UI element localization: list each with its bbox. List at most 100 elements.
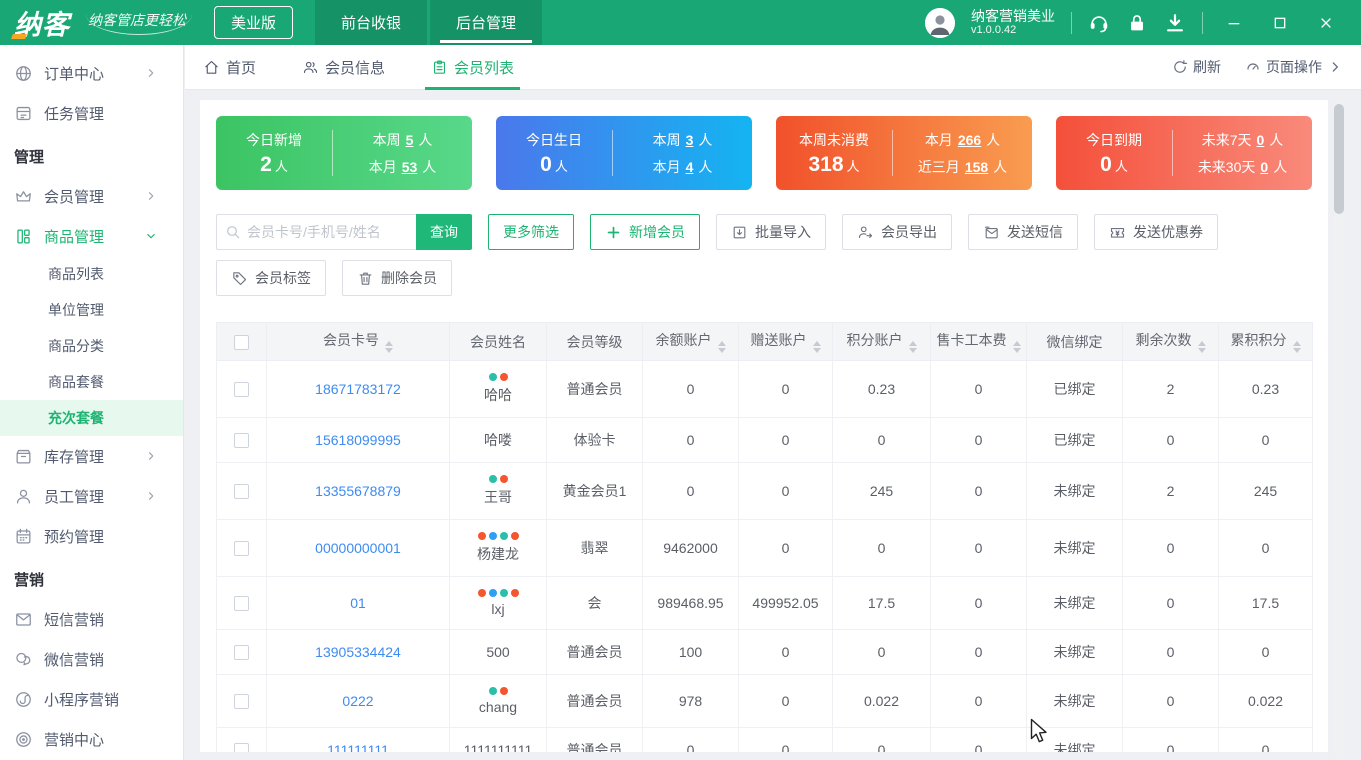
sidebar-item[interactable]: 会员管理 <box>0 176 183 216</box>
column-header[interactable]: 会员卡号 <box>266 322 450 361</box>
wechat-bind-status: 未绑定 <box>1026 576 1123 630</box>
row-checkbox[interactable] <box>234 433 249 449</box>
page-operations-button[interactable]: 页面操作 <box>1245 57 1343 77</box>
sidebar-subitem[interactable]: 商品列表 <box>0 256 183 292</box>
customer-service-icon[interactable] <box>1088 12 1110 34</box>
send-coupon-button[interactable]: 发送优惠券 <box>1094 214 1218 250</box>
sidebar-subitem[interactable]: 商品套餐 <box>0 364 183 400</box>
member-card-no[interactable]: 111111111 <box>266 727 450 752</box>
scrollbar-thumb[interactable] <box>1334 104 1344 214</box>
sidebar-item[interactable]: 商品管理 <box>0 216 183 256</box>
topnav-front-cashier[interactable]: 前台收银 <box>315 0 428 45</box>
topnav-back-manage[interactable]: 后台管理 <box>430 0 543 45</box>
wechat-bind-status: 未绑定 <box>1026 674 1123 728</box>
lock-icon[interactable] <box>1126 12 1148 34</box>
member-icon <box>302 59 319 76</box>
sidebar-subitem[interactable]: 商品分类 <box>0 328 183 364</box>
calendar-icon <box>14 527 33 546</box>
refresh-icon <box>1172 59 1188 75</box>
sidebar-item-label: 微信营销 <box>44 651 105 669</box>
close-button[interactable] <box>1311 12 1341 34</box>
tab-member-list[interactable]: 会员列表 <box>425 45 521 90</box>
tag-dot-blue <box>488 532 497 540</box>
column-header[interactable]: 售卡工本费 <box>930 322 1027 361</box>
member-export-button[interactable]: 会员导出 <box>842 214 952 250</box>
refresh-button[interactable]: 刷新 <box>1172 57 1221 77</box>
sidebar-item[interactable]: 营销中心 <box>0 719 183 759</box>
member-card-no[interactable]: 0222 <box>266 674 450 728</box>
tag-dot-teal <box>488 373 497 381</box>
table-row: 13905334424 500 普通会员 100 0 0 0 未绑定 0 0 <box>216 629 1313 675</box>
tab-home[interactable]: 首页 <box>203 45 256 90</box>
sort-control[interactable] <box>385 341 393 353</box>
user-info[interactable]: 纳客营销美业 v1.0.0.42 <box>971 8 1055 38</box>
select-all-checkbox[interactable] <box>234 334 249 350</box>
sidebar-subitem[interactable]: 充次套餐 <box>0 400 183 436</box>
row-checkbox[interactable] <box>234 645 249 661</box>
sort-control[interactable] <box>1292 341 1301 353</box>
query-button[interactable]: 查询 <box>416 214 472 250</box>
member-tag-button[interactable]: 会员标签 <box>216 260 326 296</box>
member-tag-dots <box>454 589 542 597</box>
card-divider <box>612 130 613 176</box>
tag-dot-teal <box>499 532 508 540</box>
column-header[interactable]: 积分账户 <box>832 322 931 361</box>
member-card-no[interactable]: 13355678879 <box>266 462 450 520</box>
sidebar-item[interactable]: 任务管理 <box>0 93 183 133</box>
sidebar-subitem[interactable]: 单位管理 <box>0 292 183 328</box>
member-tag-dots <box>454 687 542 695</box>
card-title: 本周未消费 <box>799 131 869 148</box>
sidebar-item-label: 会员管理 <box>44 188 105 206</box>
sort-control[interactable] <box>717 341 726 353</box>
avatar[interactable] <box>925 7 955 38</box>
export-icon <box>857 224 874 241</box>
sort-control[interactable] <box>812 341 821 353</box>
row-checkbox[interactable] <box>234 743 249 752</box>
column-header[interactable]: 余额账户 <box>642 322 739 361</box>
more-filter-button[interactable]: 更多筛选 <box>488 214 574 250</box>
vertical-scrollbar[interactable] <box>1334 100 1344 760</box>
download-icon[interactable] <box>1164 12 1186 34</box>
row-checkbox[interactable] <box>234 541 249 557</box>
total-points: 0 <box>1218 727 1313 752</box>
sort-control[interactable] <box>1012 341 1021 353</box>
tab-member-info[interactable]: 会员信息 <box>302 45 385 90</box>
sidebar-item[interactable]: 微信营销 <box>0 639 183 679</box>
sidebar-item[interactable]: 库存管理 <box>0 436 183 476</box>
edition-button[interactable]: 美业版 <box>214 6 294 39</box>
maximize-button[interactable] <box>1265 12 1295 34</box>
minimize-button[interactable] <box>1219 12 1249 34</box>
sidebar-item[interactable]: 短信营销 <box>0 599 183 639</box>
sidebar-item[interactable]: 订单中心 <box>0 53 183 93</box>
column-header[interactable]: 累积积分 <box>1218 322 1313 361</box>
member-card-no[interactable]: 01 <box>266 576 450 630</box>
row-checkbox[interactable] <box>234 596 249 612</box>
row-checkbox[interactable] <box>234 484 249 500</box>
add-member-button[interactable]: 新增会员 <box>590 214 700 250</box>
tag-dot-red <box>477 532 486 540</box>
app-logo: 纳客 <box>11 3 76 42</box>
column-header[interactable]: 赠送账户 <box>738 322 833 361</box>
card-main: 今日生日 0人 <box>506 130 602 177</box>
member-card-no[interactable]: 13905334424 <box>266 629 450 675</box>
wechat-bind-status: 未绑定 <box>1026 462 1123 520</box>
row-checkbox[interactable] <box>234 694 249 710</box>
batch-import-button[interactable]: 批量导入 <box>716 214 826 250</box>
sidebar-item[interactable]: 员工管理 <box>0 476 183 516</box>
goods-icon <box>14 227 33 246</box>
row-checkbox[interactable] <box>234 382 249 398</box>
sort-control[interactable] <box>908 341 917 353</box>
member-card-no[interactable]: 00000000001 <box>266 519 450 577</box>
sidebar-item[interactable]: 预约管理 <box>0 516 183 556</box>
member-card-no[interactable]: 18671783172 <box>266 360 450 418</box>
row-select-cell <box>216 360 267 418</box>
column-header[interactable]: 剩余次数 <box>1122 322 1219 361</box>
row-select-cell <box>216 727 267 752</box>
send-sms-button[interactable]: 发送短信 <box>968 214 1078 250</box>
delete-member-button[interactable]: 删除会员 <box>342 260 452 296</box>
sidebar-item-label: 短信营销 <box>44 611 105 629</box>
search-input[interactable] <box>247 224 408 240</box>
member-card-no[interactable]: 15618099995 <box>266 417 450 463</box>
sort-control[interactable] <box>1197 341 1206 353</box>
sidebar-item[interactable]: 小程序营销 <box>0 679 183 719</box>
